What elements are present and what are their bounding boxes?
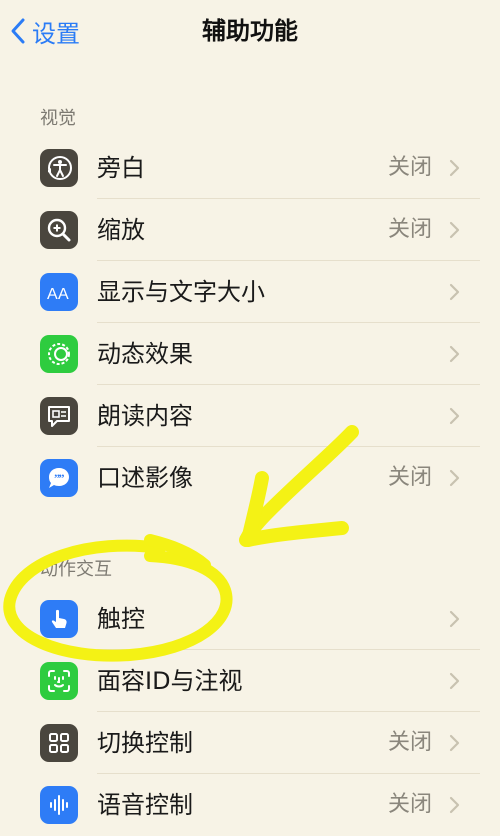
- row-value: 关闭: [387, 155, 432, 180]
- page-title: 辅助功能: [202, 17, 298, 45]
- svg-text:”: ”: [59, 471, 65, 485]
- section-header-physical-motor: 动作交互: [40, 559, 112, 580]
- voiceover-icon: [40, 149, 78, 187]
- voice-control-icon: [40, 786, 78, 824]
- row-motion[interactable]: 动态效果: [0, 323, 500, 385]
- row-value: 关闭: [387, 730, 432, 755]
- row-label: 语音控制: [97, 791, 193, 819]
- audio-description-icon: ””: [40, 459, 78, 497]
- chevron-right-icon: [449, 469, 460, 487]
- navigation-bar: 设置 辅助功能: [0, 0, 500, 62]
- row-voice-control[interactable]: 语音控制 关闭: [0, 774, 500, 836]
- row-label: 切换控制: [97, 729, 193, 757]
- spoken-content-icon: [40, 397, 78, 435]
- row-voiceover[interactable]: 旁白 关闭: [0, 137, 500, 199]
- text-size-icon: AA: [40, 273, 78, 311]
- row-switch-control[interactable]: 切换控制 关闭: [0, 712, 500, 774]
- motion-icon: [40, 335, 78, 373]
- svg-text:A: A: [47, 286, 58, 303]
- row-label: 面容ID与注视: [97, 667, 243, 695]
- row-value: 关闭: [387, 217, 432, 242]
- row-value: 关闭: [387, 792, 432, 817]
- chevron-right-icon: [449, 796, 460, 814]
- chevron-right-icon: [449, 407, 460, 425]
- chevron-right-icon: [449, 159, 460, 177]
- chevron-right-icon: [449, 221, 460, 239]
- chevron-right-icon: [449, 734, 460, 752]
- chevron-right-icon: [449, 610, 460, 628]
- row-label: 口述影像: [97, 464, 193, 492]
- switch-control-icon: [40, 724, 78, 762]
- row-label: 旁白: [97, 154, 145, 182]
- chevron-right-icon: [449, 672, 460, 690]
- section-header-vision: 视觉: [40, 108, 76, 129]
- row-label: 触控: [97, 605, 145, 633]
- touch-icon: [40, 600, 78, 638]
- row-label: 显示与文字大小: [97, 278, 265, 306]
- face-id-icon: [40, 662, 78, 700]
- row-label: 动态效果: [97, 340, 193, 368]
- row-label: 缩放: [97, 216, 145, 244]
- row-face-id-attention[interactable]: 面容ID与注视: [0, 650, 500, 712]
- row-audio-descriptions[interactable]: ”” 口述影像 关闭: [0, 447, 500, 509]
- row-value: 关闭: [387, 465, 432, 490]
- zoom-icon: [40, 211, 78, 249]
- row-label: 朗读内容: [97, 402, 193, 430]
- svg-text:A: A: [58, 286, 69, 303]
- row-zoom[interactable]: 缩放 关闭: [0, 199, 500, 261]
- row-spoken-content[interactable]: 朗读内容: [0, 385, 500, 447]
- chevron-right-icon: [449, 345, 460, 363]
- chevron-right-icon: [449, 283, 460, 301]
- row-display-text-size[interactable]: AA 显示与文字大小: [0, 261, 500, 323]
- row-touch[interactable]: 触控: [0, 588, 500, 650]
